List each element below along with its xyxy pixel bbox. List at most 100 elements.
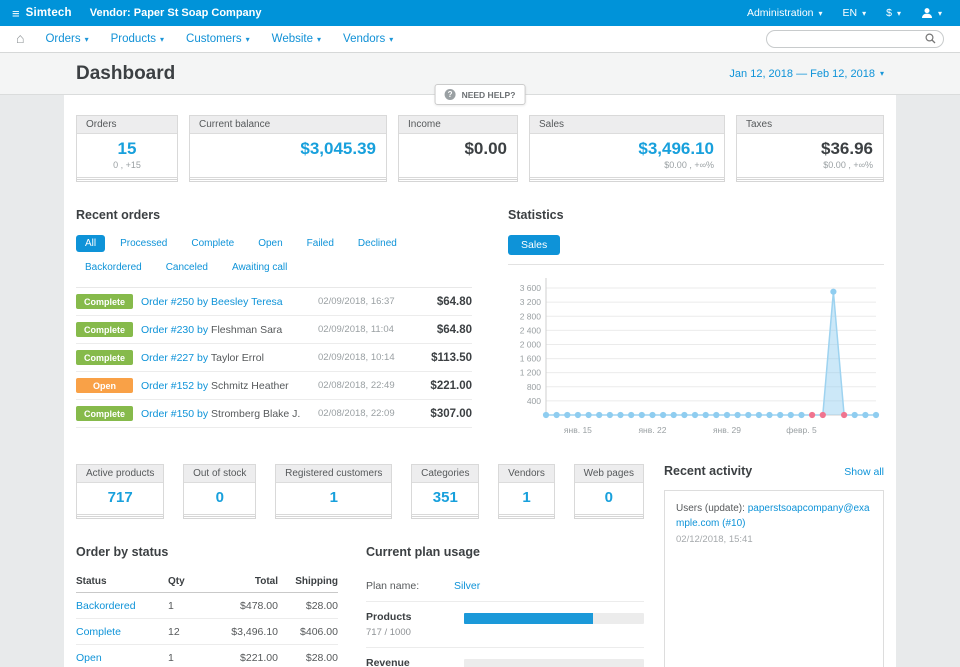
menu-icon[interactable]: ≡ <box>12 6 20 21</box>
stat-card-sub <box>200 160 376 170</box>
nav-vendors-label: Vendors <box>343 33 385 45</box>
nav-customers[interactable]: Customers▾ <box>175 33 261 45</box>
counter-value: 717 <box>77 483 163 514</box>
vendor-label: Vendor: Paper St Soap Company <box>90 7 262 19</box>
nav-vendors[interactable]: Vendors▾ <box>332 33 404 45</box>
order-filter-failed[interactable]: Failed <box>298 235 343 252</box>
status-shipping: $406.00 <box>278 619 338 645</box>
order-filter-awaiting-call[interactable]: Awaiting call <box>223 259 296 276</box>
plan-name-link[interactable]: Silver <box>454 580 480 592</box>
order-filters: All Processed Complete Open Failed Declined Ba… <box>76 235 472 276</box>
order-total: $307.00 <box>414 408 472 420</box>
counters-row: Active products717 Out of stock0 Registere… <box>76 464 644 515</box>
need-help-label: NEED HELP? <box>462 90 516 100</box>
status-shipping: $28.00 <box>278 645 338 667</box>
currency-menu[interactable]: $ ▾ <box>876 0 911 26</box>
need-help-button[interactable]: ? NEED HELP? <box>435 84 526 105</box>
administration-menu[interactable]: Administration ▾ <box>737 0 833 26</box>
language-menu-label: EN <box>843 7 858 19</box>
date-range-label: Jan 12, 2018 — Feb 12, 2018 <box>729 68 875 80</box>
recent-orders-section: Recent orders AllProcessedCompleteOpenFa… <box>76 208 472 446</box>
status-link[interactable]: Complete <box>76 619 168 645</box>
order-row: CompleteOrder #230 by Fleshman Sara02/09… <box>76 316 472 344</box>
activity-user-link[interactable]: paperstsoapcompany@example.com <box>676 503 870 529</box>
caret-down-icon: ▾ <box>85 35 89 44</box>
nav-website[interactable]: Website▾ <box>261 33 332 45</box>
brand-logo[interactable]: Simtech <box>26 7 72 19</box>
order-total: $113.50 <box>414 352 472 364</box>
stat-card-value: 15 <box>87 139 167 159</box>
svg-text:2 000: 2 000 <box>520 339 542 349</box>
counter-card-out-of-stock[interactable]: Out of stock0 <box>183 464 256 515</box>
home-icon[interactable]: ⌂ <box>16 30 24 46</box>
sales-tab-button[interactable]: Sales <box>508 235 560 255</box>
dashboard-content: Orders150 , +15Current balance$3,045.39I… <box>64 95 896 667</box>
svg-text:февр. 5: февр. 5 <box>786 425 817 435</box>
recent-activity-section: Recent activity Show all Users (update):… <box>664 464 884 667</box>
order-row: OpenOrder #152 by Schmitz Heather02/08/2… <box>76 372 472 400</box>
caret-down-icon: ▾ <box>862 9 866 18</box>
order-by-status-section: Order by status Status Qty Total Shippin… <box>76 545 338 667</box>
order-link[interactable]: Order #152 by <box>141 380 208 392</box>
plan-item-revenue: Revenue$0.00 / $1,000.00 <box>366 648 644 667</box>
show-all-link[interactable]: Show all <box>844 466 884 478</box>
counter-label: Registered customers <box>276 465 391 483</box>
nav-products-label: Products <box>111 33 156 45</box>
counter-card-web-pages[interactable]: Web pages0 <box>574 464 644 515</box>
caret-down-icon: ▾ <box>160 35 164 44</box>
order-filter-complete[interactable]: Complete <box>182 235 243 252</box>
status-table-row: Backordered1$478.00$28.00 <box>76 593 338 619</box>
order-filter-declined[interactable]: Declined <box>349 235 406 252</box>
nav-customers-label: Customers <box>186 33 242 45</box>
bottom-left-column: Active products717 Out of stock0 Registere… <box>76 464 644 667</box>
order-filter-backordered[interactable]: Backordered <box>76 259 151 276</box>
status-total: $3,496.10 <box>208 619 278 645</box>
nav-website-label: Website <box>272 33 313 45</box>
stat-card-value: $3,045.39 <box>200 139 376 159</box>
order-filter-all[interactable]: All <box>76 235 105 252</box>
counter-card-categories[interactable]: Categories351 <box>411 464 479 515</box>
order-filter-open[interactable]: Open <box>249 235 291 252</box>
order-link[interactable]: Order #227 by <box>141 352 208 364</box>
status-table-row: Complete12$3,496.10$406.00 <box>76 619 338 645</box>
activity-date: 02/12/2018, 15:41 <box>676 534 872 545</box>
svg-text:янв. 22: янв. 22 <box>638 425 666 435</box>
search-icon <box>925 33 936 44</box>
order-customer: Taylor Errol <box>211 352 264 364</box>
search-box <box>766 30 944 48</box>
order-date: 02/08/2018, 22:09 <box>318 408 406 419</box>
counter-card-vendors[interactable]: Vendors1 <box>498 464 555 515</box>
counter-card-registered-customers[interactable]: Registered customers1 <box>275 464 392 515</box>
col-shipping: Shipping <box>278 572 338 593</box>
order-filter-canceled[interactable]: Canceled <box>157 259 217 276</box>
svg-text:3 200: 3 200 <box>520 297 542 307</box>
order-total: $64.80 <box>414 296 472 308</box>
date-range-picker[interactable]: Jan 12, 2018 — Feb 12, 2018 ▾ <box>729 68 884 80</box>
order-link[interactable]: Order #230 by <box>141 324 208 336</box>
status-link[interactable]: Open <box>76 645 168 667</box>
status-link[interactable]: Backordered <box>76 593 168 619</box>
status-qty: 12 <box>168 619 208 645</box>
caret-down-icon: ▾ <box>880 69 884 78</box>
stat-card-current-balance: Current balance$3,045.39 <box>189 115 387 178</box>
counter-card-active-products[interactable]: Active products717 <box>76 464 164 515</box>
order-total: $221.00 <box>414 380 472 392</box>
order-link[interactable]: Order #250 by Beesley Teresa <box>141 296 283 308</box>
order-description: Order #150 by Stromberg Blake J. <box>141 408 310 420</box>
language-menu[interactable]: EN ▾ <box>833 0 877 26</box>
plan-item-label: Revenue <box>366 657 440 667</box>
order-date: 02/09/2018, 10:14 <box>318 352 406 363</box>
order-status-tbody: Backordered1$478.00$28.00Complete12$3,49… <box>76 593 338 667</box>
order-link[interactable]: Order #150 by <box>141 408 208 420</box>
svg-text:3 600: 3 600 <box>520 283 542 293</box>
nav-products[interactable]: Products ▾ <box>100 33 175 45</box>
sales-chart-container: 4008001 2001 6002 0002 4002 8003 2003 60… <box>508 265 884 446</box>
search-input[interactable] <box>766 30 944 48</box>
progress-bar <box>464 659 644 667</box>
user-menu[interactable]: ▾ <box>911 0 952 26</box>
order-filter-processed[interactable]: Processed <box>111 235 176 252</box>
counter-label: Active products <box>77 465 163 483</box>
activity-object-link[interactable]: (#10) <box>722 518 745 529</box>
nav-orders[interactable]: Orders▾ <box>34 33 99 45</box>
status-qty: 1 <box>168 593 208 619</box>
